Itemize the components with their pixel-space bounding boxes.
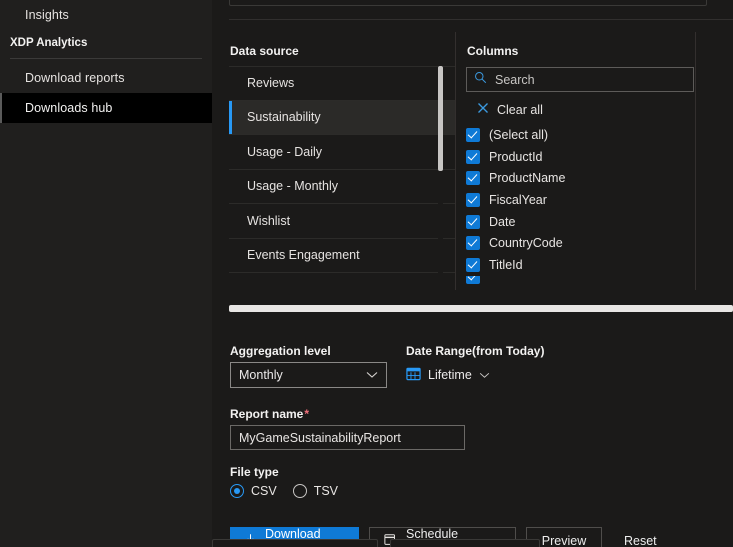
main-content-pane: Data source Columns Reviews Sustainabili… — [212, 0, 733, 547]
column-option-label: CountryCode — [489, 236, 563, 251]
sidebar-item-label: Insights — [25, 8, 69, 22]
aggregation-level-value: Monthly — [239, 368, 283, 382]
downloads-hub-page: Insights XDP Analytics Download reports … — [0, 0, 733, 547]
checkbox-icon[interactable] — [466, 236, 480, 251]
sidebar-item-label: Downloads hub — [25, 101, 113, 115]
chevron-down-icon — [479, 368, 490, 382]
sidebar-item-insights[interactable]: Insights — [0, 0, 212, 30]
data-source-item-label: Usage - Monthly — [247, 179, 339, 194]
data-source-item-label: Sustainability — [247, 110, 321, 125]
file-type-option-label: CSV — [251, 484, 277, 498]
column-option-select-all[interactable]: (Select all) — [466, 124, 676, 146]
checkbox-icon[interactable] — [466, 257, 480, 272]
data-source-item-wishlist[interactable]: Wishlist — [229, 204, 455, 239]
aggregation-level-label: Aggregation level — [230, 344, 331, 358]
report-name-label-text: Report name — [230, 407, 304, 421]
horizontal-scrollbar-thumb[interactable] — [229, 305, 733, 312]
date-range-picker[interactable]: Lifetime — [406, 366, 490, 384]
file-type-radio-group: CSV TSV — [230, 484, 338, 498]
reset-button[interactable]: Reset — [610, 527, 671, 547]
left-navigation-sidebar: Insights XDP Analytics Download reports … — [0, 0, 212, 547]
column-option-label: ProductName — [489, 171, 566, 186]
bottom-clipped-control-1 — [212, 539, 378, 547]
preview-label: Preview — [541, 534, 587, 547]
data-source-item-events-engagement[interactable]: Events Engagement — [229, 239, 455, 273]
column-option-label: FiscalYear — [489, 192, 547, 207]
sidebar-divider — [10, 58, 202, 59]
clear-all-button[interactable]: Clear all — [477, 102, 543, 117]
column-option-countrycode[interactable]: CountryCode — [466, 232, 676, 254]
sidebar-group-title-xdp-analytics: XDP Analytics — [0, 30, 212, 56]
required-asterisk: * — [304, 407, 310, 421]
data-source-item-sustainability[interactable]: Sustainability — [229, 100, 455, 135]
column-option-date[interactable]: Date — [466, 211, 676, 233]
column-option-productname[interactable]: ProductName — [466, 167, 676, 189]
data-source-item-usage-monthly[interactable]: Usage - Monthly — [229, 170, 455, 204]
column-option-fiscalyear[interactable]: FiscalYear — [466, 189, 676, 211]
report-name-input[interactable] — [230, 425, 465, 450]
column-option-label: (Select all) — [489, 127, 549, 142]
data-source-item-label: Reviews — [247, 76, 295, 91]
column-option-productid[interactable]: ProductId — [466, 146, 676, 168]
file-type-option-csv[interactable]: CSV — [230, 484, 277, 498]
data-source-heading: Data source — [230, 44, 299, 58]
sidebar-item-label: Download reports — [25, 71, 125, 85]
sidebar-item-download-reports[interactable]: Download reports — [0, 63, 212, 93]
columns-search-box[interactable] — [466, 67, 694, 92]
checkbox-icon[interactable] — [466, 192, 480, 207]
radio-icon-selected[interactable] — [230, 484, 244, 498]
bottom-clipped-control-2 — [390, 539, 540, 547]
clear-all-label: Clear all — [497, 102, 543, 117]
sidebar-item-downloads-hub[interactable]: Downloads hub — [0, 93, 212, 123]
vertical-divider-right — [695, 32, 696, 290]
data-source-item-label: Usage - Daily — [247, 144, 323, 159]
date-range-value: Lifetime — [428, 368, 472, 382]
checkbox-icon[interactable] — [466, 171, 480, 186]
checkbox-icon[interactable] — [466, 149, 480, 164]
calendar-icon — [406, 366, 421, 384]
column-option-label: Date — [489, 214, 516, 229]
column-option-clipped[interactable] — [466, 275, 676, 284]
data-source-item-reviews[interactable]: Reviews — [229, 66, 455, 101]
checkbox-icon[interactable] — [466, 127, 480, 142]
checkbox-icon[interactable] — [466, 214, 480, 229]
data-source-item-label: Events Engagement — [247, 248, 360, 263]
file-type-option-label: TSV — [313, 484, 339, 498]
column-option-titleid[interactable]: TitleId — [466, 254, 676, 276]
close-icon — [477, 102, 489, 117]
report-name-label: Report name* — [230, 407, 309, 421]
column-option-label: TitleId — [489, 257, 523, 272]
checkbox-icon[interactable] — [466, 275, 480, 284]
chevron-down-icon — [366, 368, 378, 382]
horizontal-scrollbar[interactable] — [229, 305, 733, 312]
file-type-option-tsv[interactable]: TSV — [292, 484, 339, 498]
data-source-item-usage-daily[interactable]: Usage - Daily — [229, 135, 455, 170]
data-source-item-label: Wishlist — [247, 213, 291, 228]
data-source-list: Reviews Sustainability Usage - Daily Usa… — [229, 66, 455, 290]
reset-label: Reset — [624, 534, 657, 547]
date-range-label: Date Range(from Today) — [406, 344, 545, 358]
radio-icon[interactable] — [292, 484, 307, 498]
columns-heading: Columns — [467, 44, 519, 58]
column-option-label: ProductId — [489, 149, 543, 164]
search-icon — [474, 71, 487, 89]
columns-checkbox-list: (Select all) ProductId ProductName Fisca… — [466, 124, 676, 286]
sidebar-group-title-label: XDP Analytics — [10, 37, 88, 49]
data-source-scrollbar[interactable] — [438, 66, 443, 290]
data-source-scrollbar-thumb[interactable] — [438, 66, 443, 171]
top-divider — [229, 19, 733, 20]
columns-search-input[interactable] — [495, 72, 675, 87]
aggregation-level-select[interactable]: Monthly — [230, 362, 387, 388]
vertical-divider-left — [455, 32, 456, 290]
top-clipped-control — [229, 0, 707, 6]
file-type-label: File type — [230, 465, 279, 479]
